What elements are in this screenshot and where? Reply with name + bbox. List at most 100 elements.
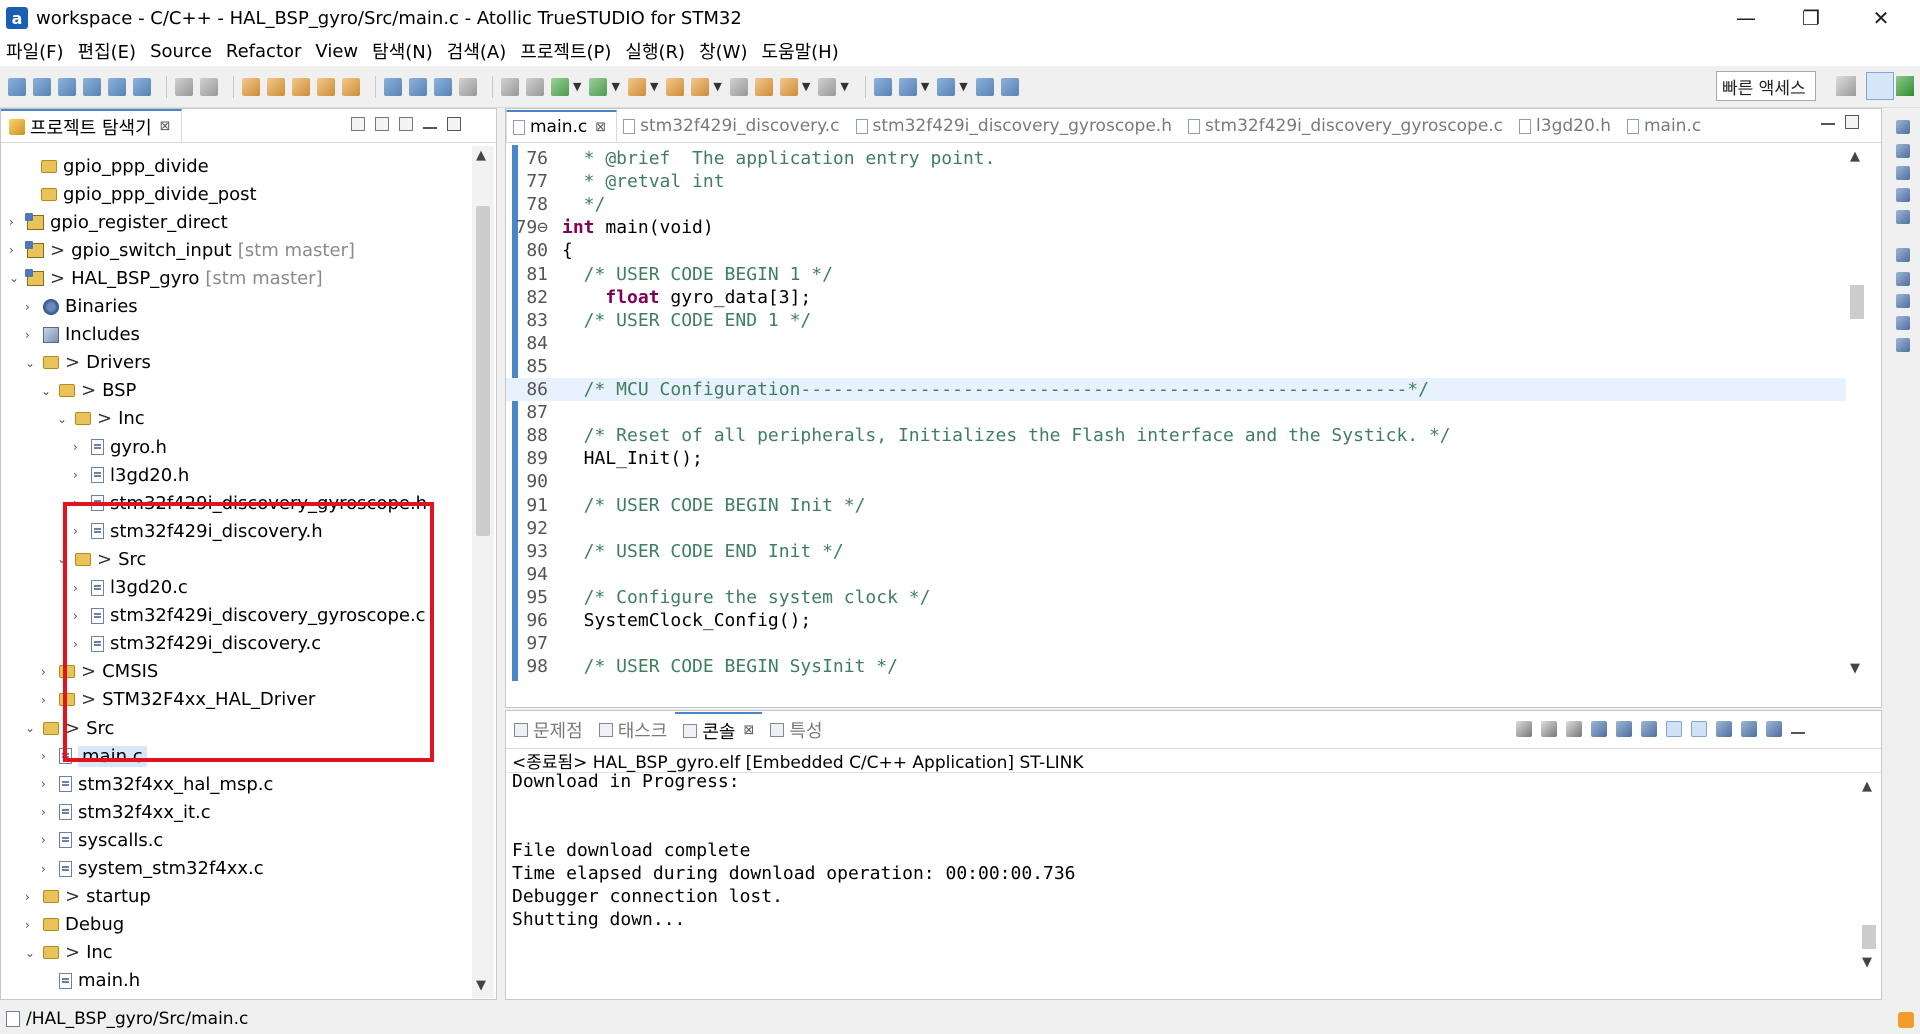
maximize-icon[interactable] (1845, 115, 1859, 129)
new-class-icon[interactable] (58, 77, 76, 96)
editor-horizontal-scrollbar[interactable] (506, 681, 1846, 705)
tree-item[interactable]: ⌄ > Src (57, 546, 146, 572)
toggle-mark-icon[interactable] (729, 77, 748, 96)
restore-icon[interactable] (1896, 120, 1910, 134)
run-icon[interactable] (589, 77, 608, 96)
chevron-right-icon[interactable]: › (25, 918, 37, 932)
editor-tab[interactable]: stm32f429i_discovery_gyroscope.c (1182, 110, 1513, 142)
editor-tab[interactable]: main.c (1621, 110, 1711, 142)
code-text-area[interactable]: 76 * @brief The application entry point.… (506, 145, 1846, 681)
editor-tab[interactable]: stm32f429i_discovery.c (617, 110, 849, 142)
stack-icon[interactable] (1896, 316, 1910, 330)
menu-item[interactable]: 창(W) (699, 38, 747, 64)
external-tools-icon[interactable] (627, 77, 646, 96)
new-project-icon[interactable] (33, 77, 51, 96)
edit-icon[interactable] (1896, 338, 1910, 352)
code-line[interactable]: 80 { (506, 239, 1846, 262)
tree-item[interactable]: › > gpio_switch_input [stm master] (9, 237, 355, 263)
back-icon[interactable] (754, 77, 773, 96)
tree-item[interactable]: › syscalls.c (41, 827, 163, 853)
tree-item[interactable]: › Includes (25, 322, 140, 348)
console-tab[interactable]: 태스크 (591, 712, 676, 748)
tree-item[interactable]: › gyro.h (73, 434, 167, 460)
menu-item[interactable]: View (315, 41, 358, 62)
show-on-output-icon[interactable] (1666, 721, 1682, 737)
minimize-icon[interactable] (1821, 123, 1835, 125)
clean-icon[interactable] (317, 77, 335, 96)
tree-item[interactable]: › l3gd20.h (73, 462, 189, 488)
chevron-down-icon[interactable]: ⌄ (25, 946, 37, 960)
tree-item[interactable]: › main.c (41, 743, 147, 769)
menu-item[interactable]: 파일(F) (6, 38, 64, 64)
remove-all-icon[interactable] (1566, 721, 1582, 737)
menu-item[interactable]: Refactor (226, 41, 302, 62)
menu-item[interactable]: 도움말(H) (761, 38, 838, 64)
code-line[interactable]: 86 /* MCU Configuration-----------------… (506, 378, 1846, 401)
code-line[interactable]: 87 (506, 401, 1846, 424)
tree-item[interactable]: ⌄ > Drivers (25, 350, 151, 376)
grid-icon[interactable] (937, 77, 956, 96)
debug-run-icon[interactable] (551, 77, 569, 96)
clear-console-icon[interactable] (1591, 721, 1607, 737)
menu-item[interactable]: 편집(E) (78, 38, 137, 64)
bookmark-icon[interactable] (526, 77, 544, 96)
minimize-button[interactable]: — (1715, 0, 1777, 36)
document-icon[interactable] (1896, 210, 1910, 224)
memory-icon[interactable] (1896, 294, 1910, 308)
menu-item[interactable]: 탐색(N) (372, 38, 433, 64)
chevron-right-icon[interactable]: › (41, 665, 53, 679)
tree-item[interactable]: ⌄ > Inc (57, 406, 145, 432)
fullscreen-icon[interactable] (975, 77, 994, 96)
code-line[interactable]: 97 (506, 632, 1846, 655)
chevron-right-icon[interactable]: › (25, 300, 37, 314)
chevron-right-icon[interactable]: › (41, 805, 53, 819)
chevron-down-icon[interactable]: ⌄ (25, 721, 37, 735)
open-console-icon[interactable] (1766, 721, 1782, 737)
show-on-error-icon[interactable] (1691, 721, 1707, 737)
scroll-up-icon[interactable]: ▲ (1862, 779, 1872, 794)
outline-icon[interactable] (1896, 144, 1910, 158)
link-editor-icon[interactable] (375, 117, 389, 131)
editor-vertical-scrollbar[interactable]: ▲ ▼ (1846, 145, 1868, 681)
build-targets-icon[interactable] (1896, 166, 1910, 180)
registers-icon[interactable] (1896, 272, 1910, 286)
scroll-lock-icon[interactable] (1616, 721, 1632, 737)
code-line[interactable]: 91 /* USER CODE BEGIN Init */ (506, 494, 1846, 517)
close-icon[interactable]: ⊠ (744, 723, 755, 738)
terminal-icon[interactable] (434, 77, 452, 96)
code-line[interactable]: 88 /* Reset of all peripherals, Initiali… (506, 424, 1846, 447)
tree-item[interactable]: gpio_ppp_divide_post (23, 181, 257, 207)
tree-item[interactable]: › stm32f4xx_hal_msp.c (41, 771, 273, 797)
explorer-scroll-thumb[interactable] (476, 206, 490, 536)
minimize-icon[interactable] (1791, 732, 1805, 734)
code-line[interactable]: 84 (506, 332, 1846, 355)
code-line[interactable]: 98 /* USER CODE BEGIN SysInit */ (506, 655, 1846, 678)
editor-tab[interactable]: l3gd20.h (1513, 110, 1621, 142)
chevron-right-icon[interactable]: › (73, 468, 85, 482)
restore-icon[interactable] (1896, 248, 1910, 262)
skip-breakpoints-icon[interactable] (459, 77, 477, 96)
code-line[interactable]: 93 /* USER CODE END Init */ (506, 540, 1846, 563)
code-line[interactable]: 77 * @retval int (506, 170, 1846, 193)
chevron-right-icon[interactable]: › (25, 328, 37, 342)
code-line[interactable]: 89 HAL_Init(); (506, 447, 1846, 470)
close-window-button[interactable]: ✕ (1850, 0, 1912, 36)
tree-item[interactable]: › stm32f4xx_it.c (41, 799, 211, 825)
tree-item[interactable]: › > startup (25, 884, 151, 910)
minimize-icon[interactable] (423, 127, 437, 129)
tree-item[interactable]: › Debug (25, 912, 124, 938)
tree-item[interactable]: › > STM32F4xx_HAL_Driver (41, 687, 315, 713)
tree-item[interactable]: ⌄ > Src (25, 715, 114, 741)
code-line[interactable]: 92 (506, 517, 1846, 540)
chevron-right-icon[interactable]: › (41, 833, 53, 847)
menu-item[interactable]: Source (150, 41, 212, 62)
chevron-right-icon[interactable]: › (9, 243, 21, 257)
editor-tab[interactable]: main.c ⊠ (506, 110, 618, 142)
view-menu-icon[interactable] (399, 117, 413, 131)
window-icon[interactable] (898, 77, 917, 96)
pen-icon[interactable] (691, 77, 710, 96)
console-scroll-thumb[interactable] (1862, 925, 1876, 949)
import-icon[interactable] (133, 77, 151, 96)
tree-item[interactable]: › l3gd20.c (73, 575, 188, 601)
tree-item[interactable]: stm32f4xx_hal_conf.h (41, 996, 274, 1002)
